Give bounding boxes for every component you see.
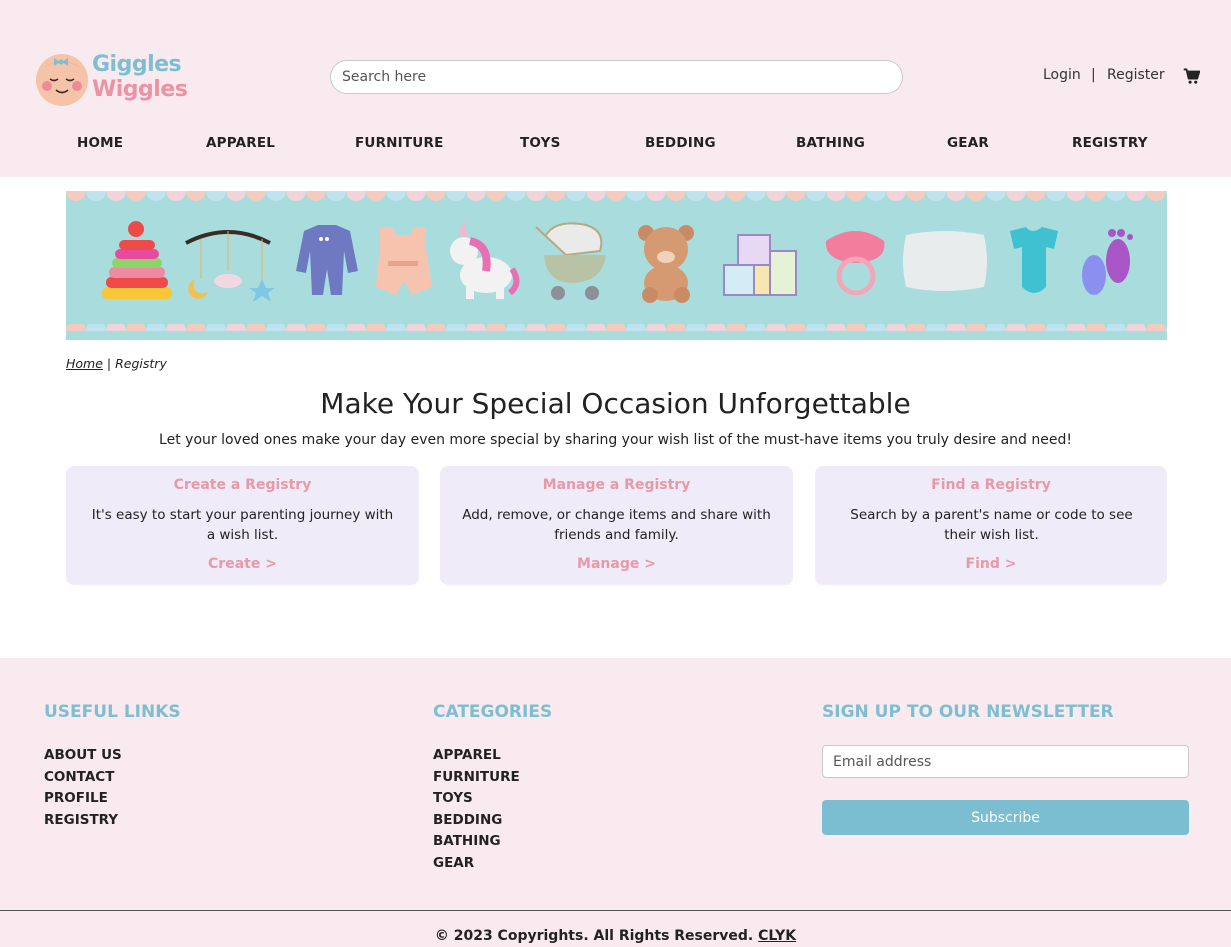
footer-link-profile[interactable]: PROFILE	[44, 788, 122, 810]
nav-registry[interactable]: REGISTRY	[1072, 135, 1148, 151]
footer-category-bedding[interactable]: BEDDING	[433, 810, 520, 832]
search-input[interactable]	[330, 60, 903, 94]
card-text: It's easy to start your parenting journe…	[91, 507, 394, 543]
cart-icon[interactable]	[1183, 68, 1200, 85]
footer-category-toys[interactable]: TOYS	[433, 788, 520, 810]
nav-bathing[interactable]: BATHING	[796, 135, 865, 151]
manage-registry-card: Manage a Registry Add, remove, or change…	[440, 466, 793, 585]
breadcrumb: Home | Registry	[66, 356, 167, 371]
page-title: Make Your Special Occasion Unforgettable	[320, 387, 911, 420]
login-link[interactable]: Login	[1043, 67, 1081, 83]
brand-line-2: Wiggles	[92, 77, 188, 102]
baby-items-banner	[66, 191, 1167, 340]
nav-gear[interactable]: GEAR	[947, 135, 989, 151]
card-text: Add, remove, or change items and share w…	[462, 507, 771, 543]
nav-bedding[interactable]: BEDDING	[645, 135, 716, 151]
find-link[interactable]: Find >	[815, 556, 1167, 572]
site-header: Giggles Wiggles Login | Register HOME AP…	[0, 0, 1231, 177]
footer-link-about[interactable]: ABOUT US	[44, 745, 122, 767]
breadcrumb-home-link[interactable]: Home	[66, 356, 103, 371]
breadcrumb-separator: |	[106, 356, 112, 371]
footer-category-furniture[interactable]: FURNITURE	[433, 767, 520, 789]
footer-link-registry[interactable]: REGISTRY	[44, 810, 122, 832]
nav-apparel[interactable]: APPAREL	[206, 135, 275, 151]
categories-list: APPAREL FURNITURE TOYS BEDDING BATHING G…	[433, 745, 520, 875]
banner-illustration	[66, 191, 1167, 340]
find-registry-card: Find a Registry Search by a parent's nam…	[815, 466, 1167, 585]
footer-link-contact[interactable]: CONTACT	[44, 767, 122, 789]
page-subtitle: Let your loved ones make your day even m…	[159, 432, 1072, 448]
copyright: © 2023 Copyrights. All Rights Reserved. …	[0, 928, 1231, 944]
newsletter-heading: SIGN UP TO OUR NEWSLETTER	[822, 702, 1114, 722]
subscribe-button[interactable]: Subscribe	[822, 800, 1189, 835]
brand-line-1: Giggles	[92, 52, 182, 77]
email-field[interactable]	[822, 745, 1189, 778]
create-registry-card: Create a Registry It's easy to start you…	[66, 466, 419, 585]
footer-divider	[0, 910, 1231, 911]
categories-heading: CATEGORIES	[433, 702, 553, 722]
pillow-icon	[903, 231, 987, 291]
card-title: Manage a Registry	[542, 477, 691, 493]
nav-toys[interactable]: TOYS	[520, 135, 561, 151]
useful-links-heading: USEFUL LINKS	[44, 702, 181, 722]
footer-category-apparel[interactable]: APPAREL	[433, 745, 520, 767]
breadcrumb-current: Registry	[115, 356, 167, 371]
card-title: Create a Registry	[173, 477, 312, 493]
footer-category-bathing[interactable]: BATHING	[433, 831, 520, 853]
brand-logo[interactable]: Giggles Wiggles	[32, 50, 188, 108]
create-link[interactable]: Create >	[66, 556, 419, 572]
card-text: Search by a parent's name or code to see…	[850, 507, 1133, 543]
footer-category-gear[interactable]: GEAR	[433, 853, 520, 875]
nav-furniture[interactable]: FURNITURE	[355, 135, 444, 151]
nav-home[interactable]: HOME	[77, 135, 123, 151]
copyright-text: © 2023 Copyrights. All Rights Reserved.	[434, 928, 754, 944]
baby-face-logo	[36, 54, 88, 106]
useful-links-list: ABOUT US CONTACT PROFILE REGISTRY	[44, 745, 122, 831]
copyright-link[interactable]: CLYK	[758, 928, 796, 944]
manage-link[interactable]: Manage >	[440, 556, 793, 572]
card-title: Find a Registry	[931, 477, 1051, 493]
brand-wordmark: Giggles Wiggles	[92, 52, 188, 102]
account-separator: |	[1091, 67, 1096, 83]
register-link[interactable]: Register	[1107, 67, 1165, 83]
site-footer: USEFUL LINKS ABOUT US CONTACT PROFILE RE…	[0, 658, 1231, 947]
